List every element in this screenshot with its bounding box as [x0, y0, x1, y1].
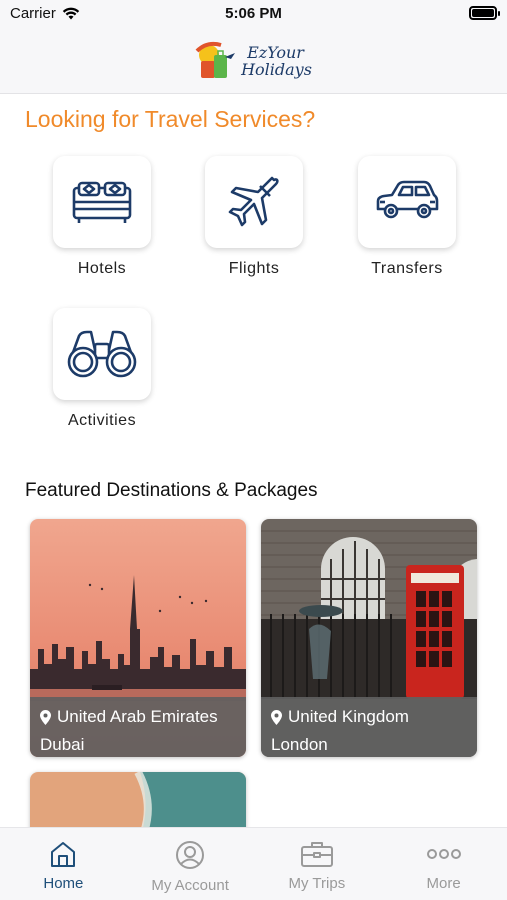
logo-text-line2: Holidays: [241, 59, 312, 79]
binoculars-icon: [67, 330, 137, 378]
battery-icon: [469, 6, 500, 20]
briefcase-icon: [300, 842, 333, 867]
beach-image: [30, 772, 246, 832]
airplane-icon: [228, 176, 279, 227]
card-city: Dubai: [40, 735, 85, 754]
car-icon: [376, 180, 439, 219]
location-pin-icon: [271, 709, 282, 725]
status-bar: Carrier 5:06 PM: [0, 0, 507, 28]
featured-title: Featured Destinations & Packages: [25, 480, 318, 501]
tab-my-trips-label: My Trips: [288, 875, 346, 892]
tab-my-account[interactable]: My Account: [127, 828, 254, 900]
card-country: United Arab Emirates: [57, 707, 218, 726]
location-pin-icon: [40, 709, 51, 725]
home-icon: [51, 842, 76, 867]
app-header: EzYour Holidays: [0, 28, 507, 94]
account-icon: [176, 841, 205, 869]
tab-home-label: Home: [43, 875, 84, 892]
bed-icon: [72, 181, 132, 223]
service-hotels[interactable]: Hotels: [53, 156, 151, 278]
destination-card-dubai[interactable]: United Arab Emirates Dubai: [30, 519, 246, 757]
tab-more[interactable]: More: [380, 828, 507, 900]
logo-text-line1: EzYour: [247, 42, 304, 62]
service-flights-label: Flights: [228, 260, 280, 277]
app-logo: EzYour Holidays: [195, 41, 312, 81]
card-city: London: [271, 735, 328, 754]
destination-card-london[interactable]: United Kingdom London: [261, 519, 477, 757]
destination-card-beach[interactable]: [30, 772, 246, 832]
tab-my-trips[interactable]: My Trips: [254, 828, 381, 900]
service-activities[interactable]: Activities: [53, 308, 151, 430]
tab-my-account-label: My Account: [151, 877, 229, 894]
service-activities-label: Activities: [67, 412, 137, 429]
card-country: United Kingdom: [288, 707, 409, 726]
status-time: 5:06 PM: [225, 5, 282, 22]
tab-bar: Home My Account My Trips More: [0, 827, 507, 900]
card-caption: United Kingdom London: [261, 697, 477, 757]
card-caption: United Arab Emirates Dubai: [30, 697, 246, 757]
services-title: Looking for Travel Services?: [25, 106, 316, 132]
tab-more-label: More: [426, 875, 461, 892]
service-transfers-label: Transfers: [371, 260, 443, 277]
service-transfers[interactable]: Transfers: [358, 156, 456, 278]
more-icon: [426, 849, 461, 859]
service-hotels-label: Hotels: [77, 260, 127, 277]
tab-home[interactable]: Home: [0, 828, 127, 900]
logo-luggage-icon: [195, 41, 237, 81]
service-flights[interactable]: Flights: [205, 156, 303, 278]
